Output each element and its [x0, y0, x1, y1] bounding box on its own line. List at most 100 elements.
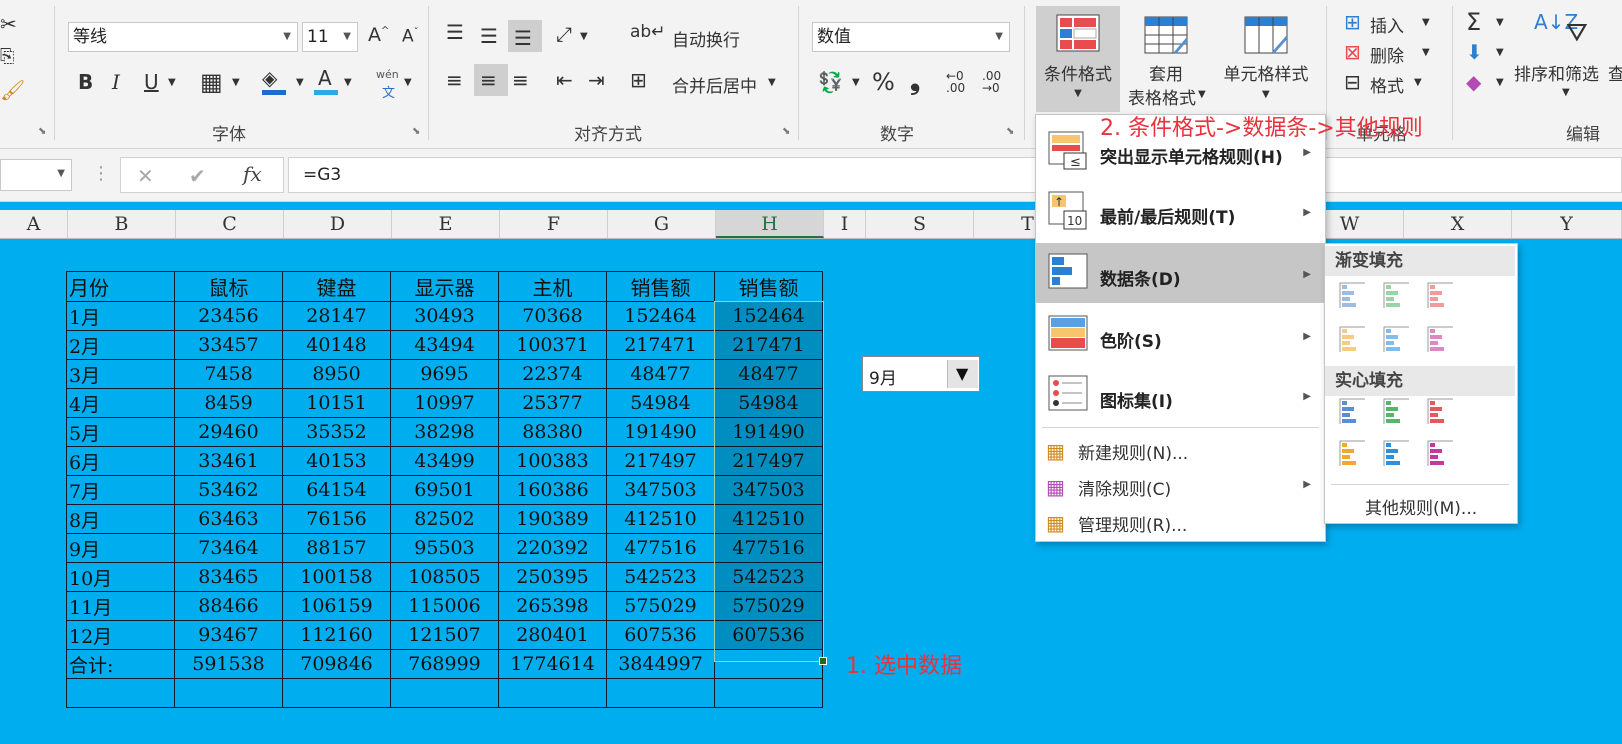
increase-indent-icon[interactable]: ⇥: [588, 70, 605, 90]
chevron-down-icon[interactable]: ▼: [1496, 18, 1504, 28]
table-cell[interactable]: [282, 678, 391, 708]
data-bar-option-icon[interactable]: [1427, 282, 1453, 308]
menu-item-data-bars[interactable]: 数据条(D) ▶: [1036, 243, 1325, 303]
table-cell[interactable]: 106159: [282, 591, 391, 621]
table-cell[interactable]: 48477: [714, 359, 823, 389]
chevron-down-icon[interactable]: ▼: [344, 78, 352, 88]
table-cell[interactable]: 3844997: [606, 649, 715, 679]
chevron-down-icon[interactable]: ▼: [1422, 48, 1430, 58]
chevron-down-icon[interactable]: ▼: [404, 78, 412, 88]
decrease-indent-icon[interactable]: ⇤: [556, 70, 573, 90]
dropdown-arrow-button[interactable]: ▼: [947, 360, 978, 388]
align-bottom-button[interactable]: ☰: [508, 20, 542, 52]
column-header[interactable]: S: [866, 210, 974, 238]
table-cell[interactable]: 29460: [174, 417, 283, 447]
border-icon[interactable]: ▦: [200, 70, 223, 94]
table-cell[interactable]: 70368: [498, 301, 607, 331]
table-cell[interactable]: 25377: [498, 388, 607, 418]
table-cell[interactable]: 1月: [66, 301, 175, 331]
insert-button[interactable]: 插入: [1370, 12, 1404, 37]
formula-input[interactable]: =G3: [288, 157, 1622, 193]
font-size-box[interactable]: 11 ▼: [302, 22, 358, 52]
table-cell[interactable]: [498, 678, 607, 708]
chevron-down-icon[interactable]: ▼: [1414, 78, 1422, 88]
table-cell[interactable]: 217471: [606, 330, 715, 360]
shrink-font-icon[interactable]: Aˇ: [402, 28, 419, 46]
table-cell[interactable]: 220392: [498, 533, 607, 563]
chevron-down-icon[interactable]: ▼: [768, 78, 776, 88]
table-cell[interactable]: 280401: [498, 620, 607, 650]
wrap-text-icon[interactable]: ab↵: [630, 24, 665, 41]
table-cell[interactable]: 显示器: [390, 271, 499, 302]
table-cell[interactable]: 160386: [498, 475, 607, 505]
number-format-box[interactable]: 数值 ▼: [812, 22, 1010, 52]
table-cell[interactable]: 43494: [390, 330, 499, 360]
table-cell[interactable]: 121507: [390, 620, 499, 650]
insert-icon[interactable]: ⊞: [1344, 12, 1361, 32]
table-cell[interactable]: 217471: [714, 330, 823, 360]
table-cell[interactable]: 22374: [498, 359, 607, 389]
column-header[interactable]: X: [1404, 210, 1512, 238]
currency-icon[interactable]: 💱: [818, 72, 843, 92]
table-cell[interactable]: [714, 649, 823, 679]
table-cell[interactable]: 鼠标: [174, 271, 283, 302]
filter-icon[interactable]: ⛛: [1566, 20, 1588, 46]
table-cell[interactable]: 191490: [714, 417, 823, 447]
table-cell[interactable]: [714, 678, 823, 708]
table-cell[interactable]: 40153: [282, 446, 391, 476]
table-cell[interactable]: 10月: [66, 562, 175, 592]
table-cell[interactable]: 73464: [174, 533, 283, 563]
table-cell[interactable]: 191490: [606, 417, 715, 447]
table-cell[interactable]: 347503: [606, 475, 715, 505]
table-cell[interactable]: 83465: [174, 562, 283, 592]
table-cell[interactable]: 33461: [174, 446, 283, 476]
comma-button[interactable]: ❟: [910, 68, 920, 94]
data-bar-option-icon[interactable]: [1339, 282, 1365, 308]
chevron-down-icon[interactable]: ▼: [1198, 90, 1206, 100]
chevron-down-icon[interactable]: ▼: [1496, 48, 1504, 58]
table-cell[interactable]: 112160: [282, 620, 391, 650]
table-cell[interactable]: 607536: [606, 620, 715, 650]
table-cell[interactable]: 412510: [714, 504, 823, 534]
table-cell[interactable]: 100371: [498, 330, 607, 360]
table-cell[interactable]: 28147: [282, 301, 391, 331]
data-bar-option-icon[interactable]: [1427, 326, 1453, 352]
delete-button[interactable]: 删除: [1370, 42, 1404, 67]
menu-item-top-bottom-rules[interactable]: ↑ 10 最前/最后规则(T) ▶: [1036, 183, 1325, 239]
align-right-icon[interactable]: ≡: [512, 70, 529, 90]
conditional-format-button[interactable]: 条件格式 ▼: [1036, 6, 1120, 112]
chevron-down-icon[interactable]: ▼: [232, 78, 240, 88]
chevron-down-icon[interactable]: ▼: [1562, 88, 1570, 98]
table-cell[interactable]: 9月: [66, 533, 175, 563]
chevron-down-icon[interactable]: ▼: [168, 78, 176, 88]
table-cell[interactable]: 100383: [498, 446, 607, 476]
table-cell[interactable]: 23456: [174, 301, 283, 331]
table-cell[interactable]: 542523: [606, 562, 715, 592]
table-cell[interactable]: 7458: [174, 359, 283, 389]
enter-icon[interactable]: ✔: [189, 164, 206, 188]
decrease-decimal-icon[interactable]: .00 →0: [982, 70, 1001, 94]
table-cell[interactable]: 54984: [714, 388, 823, 418]
table-cell[interactable]: 115006: [390, 591, 499, 621]
font-launcher-icon[interactable]: ⬊: [412, 126, 420, 137]
data-bar-option-icon[interactable]: [1339, 326, 1365, 352]
table-cell[interactable]: 250395: [498, 562, 607, 592]
table-cell[interactable]: 93467: [174, 620, 283, 650]
table-cell[interactable]: 265398: [498, 591, 607, 621]
italic-button[interactable]: I: [112, 72, 120, 92]
chevron-down-icon[interactable]: ▼: [1496, 78, 1504, 88]
table-cell[interactable]: 1774614: [498, 649, 607, 679]
delete-icon[interactable]: ⊠: [1344, 42, 1361, 62]
data-bar-option-icon[interactable]: [1383, 326, 1409, 352]
chevron-down-icon[interactable]: ▼: [1262, 90, 1270, 100]
table-cell[interactable]: 152464: [714, 301, 823, 331]
grow-font-icon[interactable]: A^: [368, 26, 389, 45]
percent-button[interactable]: %: [872, 70, 895, 94]
menu-item-color-scales[interactable]: 色阶(S) ▶: [1036, 307, 1325, 363]
wrap-text-button[interactable]: 自动换行: [672, 26, 740, 51]
data-bar-option-icon[interactable]: [1339, 398, 1365, 424]
table-cell[interactable]: 63463: [174, 504, 283, 534]
table-cell[interactable]: 10997: [390, 388, 499, 418]
table-cell[interactable]: 190389: [498, 504, 607, 534]
table-cell[interactable]: [390, 678, 499, 708]
